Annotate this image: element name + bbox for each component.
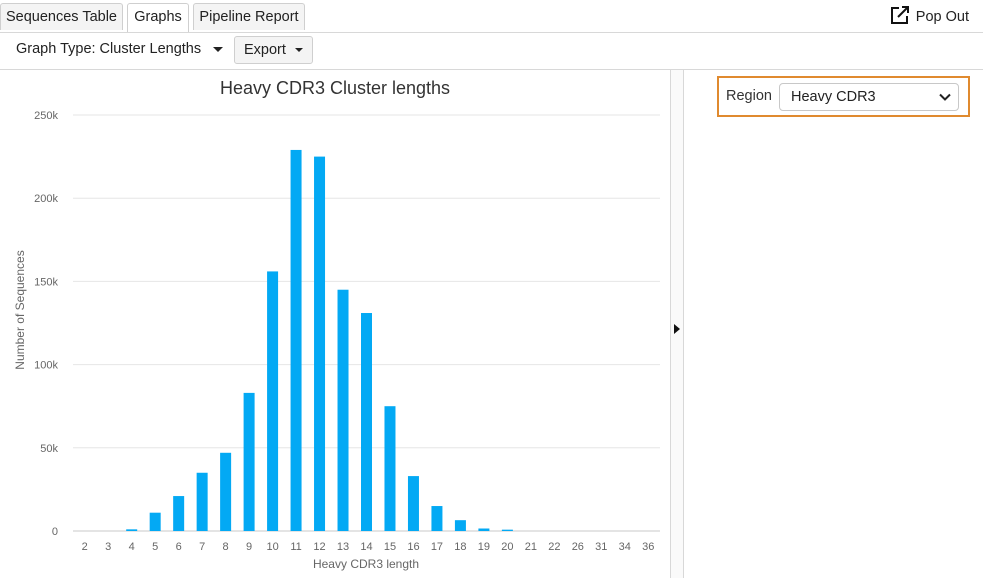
x-axis-label: Heavy CDR3 length (313, 557, 419, 571)
x-tick-label: 2 (82, 541, 88, 553)
export-label: Export (244, 42, 286, 58)
x-tick-label: 5 (152, 541, 158, 553)
region-selected-value: Heavy CDR3 (791, 89, 876, 105)
pop-out-label: Pop Out (915, 9, 969, 25)
tab-sequences-table[interactable]: Sequences Table (0, 3, 123, 30)
chart-title: Heavy CDR3 Cluster lengths (220, 78, 450, 98)
x-tick-label: 12 (313, 541, 325, 553)
chevron-down-icon (939, 93, 951, 101)
x-tick-label: 18 (454, 541, 466, 553)
x-tick-label: 34 (619, 541, 631, 553)
x-tick-label: 8 (223, 541, 229, 553)
export-button[interactable]: Export (234, 36, 313, 64)
bar-18[interactable] (454, 520, 466, 531)
bar-16[interactable] (407, 476, 419, 531)
cluster-length-chart: Heavy CDR3 Cluster lengths 0 50k 100k 150k 2… (13, 78, 660, 571)
x-tick-label: 31 (595, 541, 607, 553)
y-axis-ticks: 0 50k 100k 150k 200k 250k (34, 110, 58, 538)
x-tick-label: 11 (290, 541, 301, 553)
bar-15[interactable] (384, 406, 396, 531)
bar-5[interactable] (149, 512, 161, 531)
y-tick-label: 250k (34, 110, 58, 122)
bar-9[interactable] (243, 392, 255, 531)
x-tick-label: 20 (501, 541, 513, 553)
x-tick-label: 3 (105, 541, 111, 553)
tab-graphs[interactable]: Graphs (127, 3, 189, 32)
bar-17[interactable] (431, 506, 443, 531)
bar-19[interactable] (478, 528, 490, 531)
x-tick-label: 14 (360, 541, 372, 553)
x-tick-label: 26 (572, 541, 584, 553)
region-selector-highlight: Region Heavy CDR3 (717, 76, 970, 117)
bar-4[interactable] (126, 529, 138, 531)
x-tick-label: 7 (199, 541, 205, 553)
external-link-icon (890, 5, 910, 29)
bar-12[interactable] (314, 156, 326, 531)
x-tick-label: 6 (176, 541, 182, 553)
x-tick-label: 16 (407, 541, 419, 553)
x-tick-label: 19 (478, 541, 490, 553)
chart-bars (126, 149, 513, 531)
bar-14[interactable] (361, 313, 372, 531)
caret-down-icon (213, 46, 224, 52)
bar-20[interactable] (501, 529, 513, 531)
bar-8[interactable] (220, 452, 232, 531)
x-tick-label: 22 (548, 541, 560, 553)
y-tick-label: 150k (34, 276, 58, 288)
caret-down-icon (294, 48, 303, 52)
expand-arrow-icon[interactable] (674, 324, 680, 334)
x-tick-label: 13 (337, 541, 349, 553)
y-tick-label: 0 (52, 526, 58, 538)
graph-type-dropdown[interactable]: Graph Type: Cluster Lengths (16, 41, 224, 57)
x-tick-label: 15 (384, 541, 396, 553)
graph-toolbar: Graph Type: Cluster Lengths Export (0, 33, 983, 70)
x-tick-label: 4 (129, 541, 135, 553)
y-tick-label: 50k (40, 443, 58, 455)
bar-7[interactable] (196, 472, 208, 531)
y-tick-label: 100k (34, 360, 58, 372)
x-axis-ticks: 2 3 4 5 6 7 8 9 10 11 12 13 14 15 16 17 18 19 20 21 22 26 31 34… (82, 541, 655, 553)
y-axis-label: Number of Sequences (13, 250, 27, 369)
bar-6[interactable] (173, 496, 185, 531)
tab-bar: Sequences Table Graphs Pipeline Report P… (0, 0, 983, 33)
pop-out-button[interactable]: Pop Out (890, 6, 969, 28)
panel-splitter[interactable] (670, 70, 684, 578)
x-tick-label: 21 (525, 541, 537, 553)
x-tick-label: 36 (642, 541, 654, 553)
graph-type-label: Graph Type: Cluster Lengths (16, 41, 202, 57)
region-label: Region (726, 88, 772, 104)
bar-11[interactable] (290, 149, 302, 531)
tab-pipeline-report[interactable]: Pipeline Report (193, 3, 305, 30)
y-tick-label: 200k (34, 193, 58, 205)
region-select[interactable]: Heavy CDR3 (779, 83, 959, 111)
bar-10[interactable] (267, 271, 279, 531)
x-tick-label: 9 (246, 541, 252, 553)
bar-13[interactable] (337, 289, 349, 531)
x-tick-label: 17 (431, 541, 443, 553)
x-tick-label: 10 (266, 541, 278, 553)
